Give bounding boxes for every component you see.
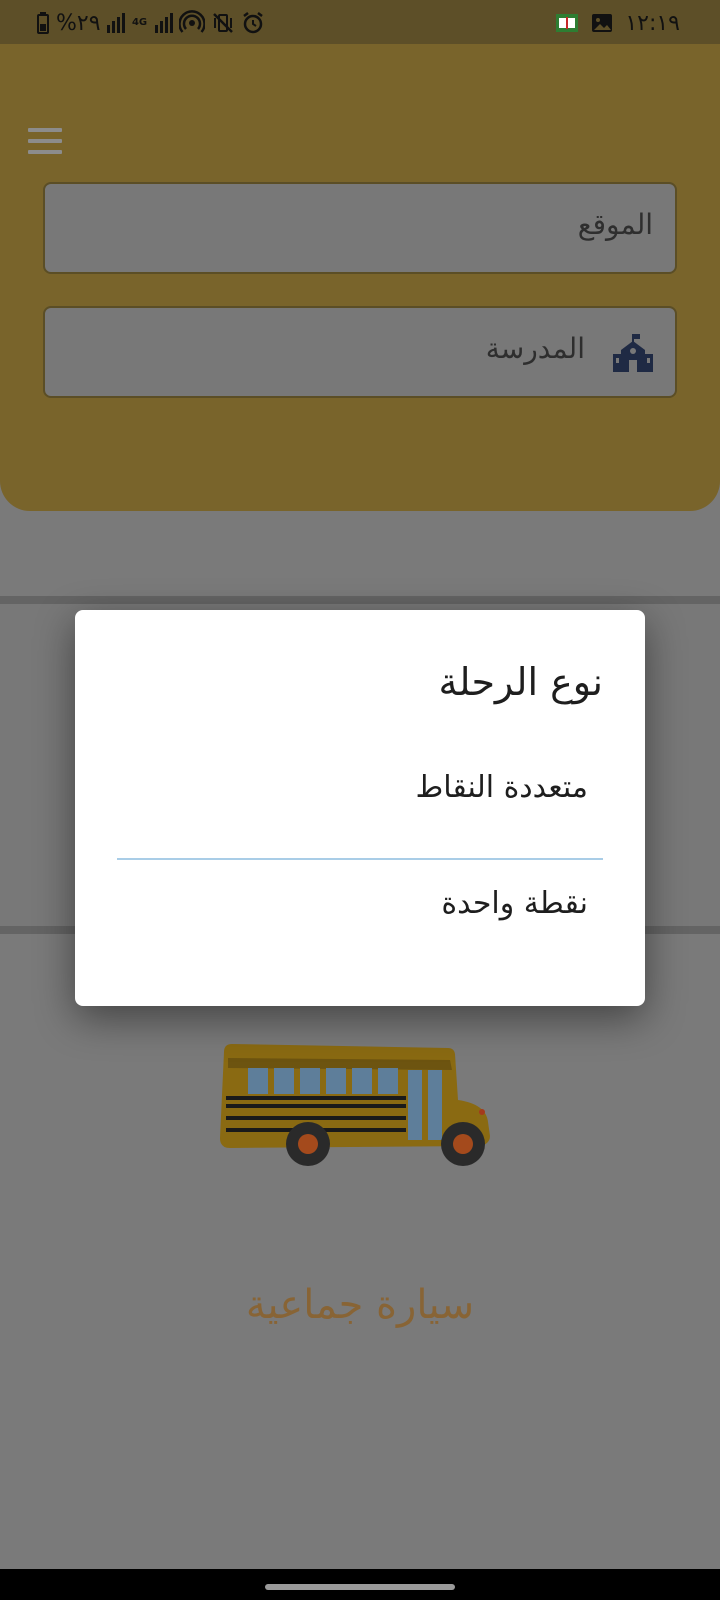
location-field-label: الموقع [577, 208, 653, 241]
alarm-icon [241, 11, 265, 35]
status-icons-right: ١٢:١٩ [555, 8, 680, 38]
hotspot-icon [178, 10, 205, 36]
status-icons-left: %٢٩ 4G [36, 8, 265, 38]
network-type-label: 4G [131, 17, 148, 28]
option-multi-point[interactable]: متعددة النقاط [415, 770, 588, 805]
image-notification-icon [591, 13, 613, 33]
battery-percent: %٢٩ [56, 10, 101, 36]
vibrate-mute-icon [211, 11, 235, 35]
signal-icon [106, 13, 125, 33]
school-field[interactable]: المدرسة [43, 306, 677, 398]
battery-icon [36, 12, 50, 34]
vehicle-type-label: سيارة جماعية [245, 1282, 475, 1328]
dialog-divider [117, 858, 603, 860]
signal-icon-2 [154, 13, 173, 33]
search-header-panel: الموقع المدرسة [0, 44, 720, 511]
trip-type-dialog: نوع الرحلة متعددة النقاط نقطة واحدة [75, 610, 645, 1006]
option-single-point[interactable]: نقطة واحدة [441, 886, 588, 921]
location-field[interactable]: الموقع [43, 182, 677, 274]
status-bar: %٢٩ 4G ١٢:١٩ [0, 0, 720, 45]
school-icon [613, 334, 653, 372]
clock-time: ١٢:١٩ [625, 10, 680, 36]
app-notification-icon [555, 11, 579, 35]
hamburger-icon[interactable] [28, 128, 62, 154]
school-bus-illustration[interactable] [218, 1040, 500, 1170]
dialog-title: نوع الرحلة [438, 660, 603, 704]
school-field-label: المدرسة [485, 332, 585, 365]
home-indicator[interactable] [265, 1584, 455, 1590]
